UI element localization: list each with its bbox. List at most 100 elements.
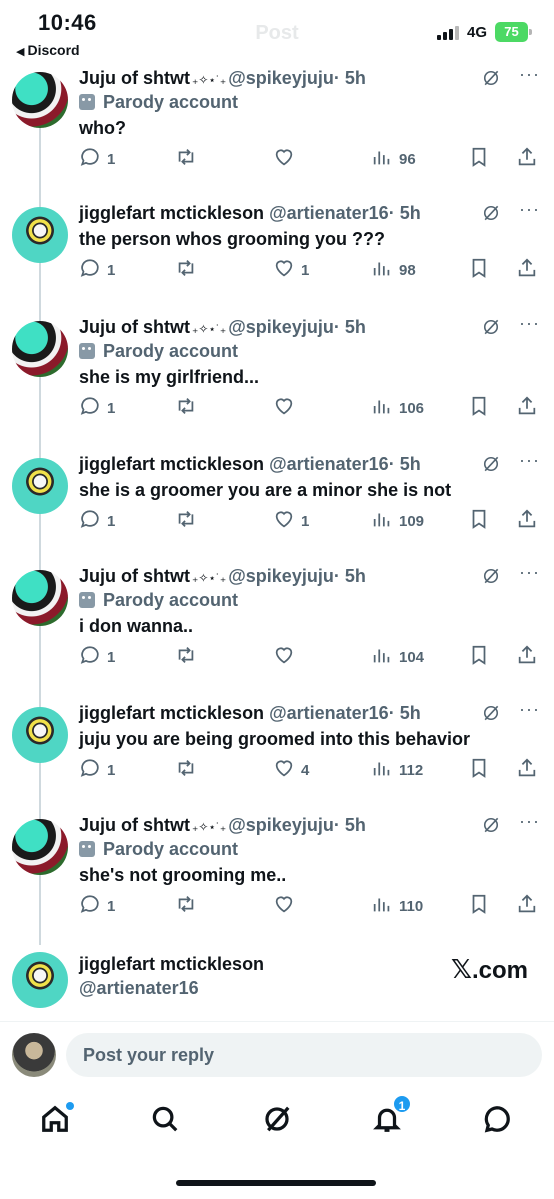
views-button[interactable]: 98: [371, 257, 416, 283]
share-button[interactable]: [516, 395, 538, 421]
views-chart-icon: [371, 508, 393, 534]
tab-home[interactable]: [40, 1102, 74, 1138]
post-time[interactable]: · 5h: [334, 566, 366, 586]
more-options-icon[interactable]: ···: [519, 64, 540, 85]
share-button[interactable]: [516, 508, 538, 534]
repost-button[interactable]: [175, 395, 203, 421]
author-name[interactable]: jigglefart mctickleson: [79, 454, 264, 474]
author-name[interactable]: Juju of shtwt: [79, 317, 190, 337]
repost-button[interactable]: [175, 757, 203, 783]
bookmark-button[interactable]: [468, 146, 490, 172]
reply-button[interactable]: 1: [79, 257, 115, 283]
like-button[interactable]: [273, 395, 301, 421]
share-button[interactable]: [516, 146, 538, 172]
repost-button[interactable]: [175, 508, 203, 534]
bookmark-button[interactable]: [468, 644, 490, 670]
post-time[interactable]: · 5h: [334, 68, 366, 88]
avatar[interactable]: [12, 321, 68, 377]
like-button[interactable]: 1: [273, 508, 309, 534]
grok-icon[interactable]: [481, 703, 501, 723]
like-button[interactable]: [273, 146, 301, 172]
more-options-icon[interactable]: ···: [519, 199, 540, 220]
author-name[interactable]: Juju of shtwt: [79, 815, 190, 835]
share-button[interactable]: [516, 644, 538, 670]
repost-button[interactable]: [175, 146, 203, 172]
grok-icon[interactable]: [481, 566, 501, 586]
my-avatar[interactable]: [12, 1033, 56, 1077]
reply-input[interactable]: Post your reply: [66, 1033, 542, 1077]
more-options-icon[interactable]: ···: [519, 450, 540, 471]
bookmark-button[interactable]: [468, 893, 490, 919]
author-handle[interactable]: @artienater16: [269, 203, 389, 223]
tweet-actions: 1 110: [79, 893, 544, 919]
more-options-icon[interactable]: ···: [519, 699, 540, 720]
bookmark-button[interactable]: [468, 508, 490, 534]
view-count: 104: [399, 648, 425, 666]
tab-notifications[interactable]: 1: [372, 1094, 412, 1138]
reply-button[interactable]: 1: [79, 644, 115, 670]
views-button[interactable]: 106: [371, 395, 424, 421]
avatar[interactable]: [12, 819, 68, 875]
share-button[interactable]: [516, 893, 538, 919]
views-button[interactable]: 96: [371, 146, 416, 172]
author-name[interactable]: jigglefart mctickleson: [79, 703, 264, 723]
author-handle[interactable]: @artienater16: [269, 454, 389, 474]
author-handle[interactable]: @spikeyjuju: [228, 68, 334, 88]
author-name[interactable]: jigglefart mctickleson: [79, 954, 264, 974]
grok-icon[interactable]: [481, 317, 501, 337]
avatar[interactable]: [12, 207, 68, 263]
reply-button[interactable]: 1: [79, 395, 115, 421]
reply-button[interactable]: 1: [79, 893, 115, 919]
repost-button[interactable]: [175, 257, 203, 283]
repost-button[interactable]: [175, 893, 203, 919]
tab-messages[interactable]: [482, 1104, 516, 1138]
post-time[interactable]: · 5h: [389, 203, 421, 223]
reply-button[interactable]: 1: [79, 508, 115, 534]
reply-button[interactable]: 1: [79, 757, 115, 783]
author-name[interactable]: jigglefart mctickleson: [79, 203, 264, 223]
author-name[interactable]: Juju of shtwt: [79, 566, 190, 586]
post-time[interactable]: · 5h: [334, 317, 366, 337]
views-button[interactable]: 112: [371, 757, 423, 783]
repost-button[interactable]: [175, 644, 203, 670]
like-button[interactable]: [273, 893, 301, 919]
author-name[interactable]: Juju of shtwt: [79, 68, 190, 88]
views-button[interactable]: 110: [371, 893, 423, 919]
tab-grok[interactable]: [262, 1104, 296, 1138]
grok-icon[interactable]: [481, 68, 501, 88]
more-options-icon[interactable]: ···: [519, 811, 540, 832]
share-button[interactable]: [516, 257, 538, 283]
like-button[interactable]: [273, 644, 301, 670]
grok-icon[interactable]: [481, 203, 501, 223]
repost-icon: [175, 146, 197, 172]
post-time[interactable]: · 5h: [334, 815, 366, 835]
author-handle[interactable]: @artienater16: [79, 978, 199, 998]
views-button[interactable]: 104: [371, 644, 424, 670]
bookmark-button[interactable]: [468, 257, 490, 283]
bookmark-button[interactable]: [468, 395, 490, 421]
post-time[interactable]: · 5h: [389, 454, 421, 474]
author-handle[interactable]: @artienater16: [269, 703, 389, 723]
grok-icon[interactable]: [481, 815, 501, 835]
author-handle[interactable]: @spikeyjuju: [228, 815, 334, 835]
avatar[interactable]: [12, 707, 68, 763]
avatar[interactable]: [12, 458, 68, 514]
bookmark-button[interactable]: [468, 757, 490, 783]
tab-search[interactable]: [150, 1104, 184, 1138]
avatar[interactable]: [12, 570, 68, 626]
notification-badge: 1: [392, 1094, 412, 1114]
post-time[interactable]: · 5h: [389, 703, 421, 723]
more-options-icon[interactable]: ···: [519, 562, 540, 583]
more-options-icon[interactable]: ···: [519, 313, 540, 334]
like-button[interactable]: 4: [273, 757, 309, 783]
reply-button[interactable]: 1: [79, 146, 115, 172]
grok-icon[interactable]: [481, 454, 501, 474]
avatar[interactable]: [12, 72, 68, 128]
author-handle[interactable]: @spikeyjuju: [228, 317, 334, 337]
like-button[interactable]: 1: [273, 257, 309, 283]
share-button[interactable]: [516, 757, 538, 783]
author-handle[interactable]: @spikeyjuju: [228, 566, 334, 586]
home-icon: [42, 1105, 68, 1132]
views-button[interactable]: 109: [371, 508, 424, 534]
avatar[interactable]: [12, 952, 68, 1008]
